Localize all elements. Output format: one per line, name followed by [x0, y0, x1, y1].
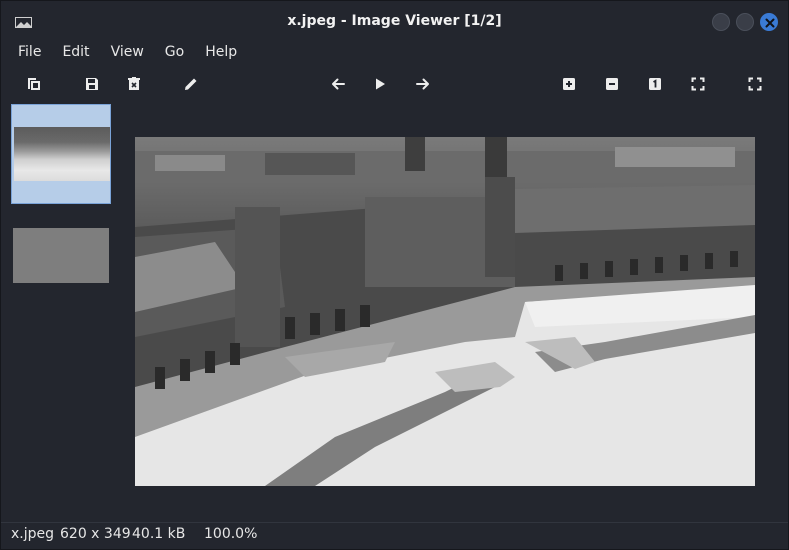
status-filename: x.jpeg: [11, 526, 55, 542]
image-viewport[interactable]: [135, 137, 755, 486]
menu-view[interactable]: View: [100, 41, 154, 63]
thumbnail-item[interactable]: [13, 228, 109, 283]
fit-to-window-icon: [691, 77, 705, 91]
edit-icon: [185, 78, 197, 90]
previous-icon: [332, 78, 345, 90]
menu-go[interactable]: Go: [154, 41, 194, 63]
slideshow-play-icon: [376, 78, 385, 90]
displayed-photo: [135, 137, 755, 486]
actual-size-icon: [649, 78, 661, 90]
close-button[interactable]: [760, 13, 778, 31]
menu-bar: File Edit View Go Help: [1, 41, 788, 63]
thumbnail-strip: [11, 104, 111, 519]
next-button[interactable]: [412, 73, 434, 95]
save-button[interactable]: [81, 73, 103, 95]
menu-file[interactable]: File: [7, 41, 51, 63]
next-icon: [416, 78, 429, 90]
close-icon: [765, 18, 775, 28]
status-zoom: 100.0%: [204, 526, 258, 542]
status-filesize: 40.1 kB: [132, 526, 186, 542]
zoom-out-button[interactable]: [601, 73, 623, 95]
fullscreen-icon: [748, 77, 762, 91]
thumbnail-selected[interactable]: [11, 104, 111, 204]
status-bar: x.jpeg 620 x 349 40.1 kB 100.0%: [1, 522, 788, 550]
image-viewer-window: x.jpeg - Image Viewer [1/2] File Edit Vi…: [0, 0, 789, 550]
zoom-out-icon: [606, 78, 618, 90]
fullscreen-button[interactable]: [744, 73, 766, 95]
thumbnail-image: [14, 127, 110, 181]
delete-icon: [128, 77, 140, 90]
actual-size-button[interactable]: [644, 73, 666, 95]
zoom-in-button[interactable]: [558, 73, 580, 95]
fit-to-window-button[interactable]: [687, 73, 709, 95]
save-icon: [86, 78, 98, 90]
toolbar: [1, 67, 788, 101]
maximize-button[interactable]: [736, 13, 754, 31]
status-dimensions: 620 x 349: [60, 526, 131, 542]
delete-button[interactable]: [123, 73, 145, 95]
copy-icon: [28, 78, 40, 90]
menu-edit[interactable]: Edit: [51, 41, 99, 63]
copy-button[interactable]: [23, 73, 45, 95]
slideshow-play-button[interactable]: [369, 73, 391, 95]
previous-button[interactable]: [327, 73, 349, 95]
edit-button[interactable]: [180, 73, 202, 95]
zoom-in-icon: [563, 78, 575, 90]
title-bar[interactable]: x.jpeg - Image Viewer [1/2]: [1, 1, 788, 41]
window-title: x.jpeg - Image Viewer [1/2]: [287, 13, 502, 29]
minimize-button[interactable]: [712, 13, 730, 31]
menu-help[interactable]: Help: [194, 41, 247, 63]
